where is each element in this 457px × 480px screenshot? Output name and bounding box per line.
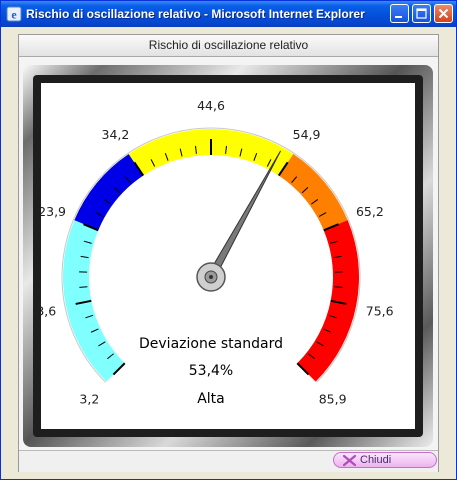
tick-label: 85,9 (319, 392, 347, 407)
gauge-frame: 3,2 13,6 23,9 34,2 44,6 54,9 65,2 75,6 85,9 Devi… (23, 65, 433, 447)
svg-text:e: e (11, 8, 17, 22)
minimize-button[interactable] (390, 4, 409, 23)
gauge-label: Deviazione standard (139, 336, 283, 352)
needle-pin (209, 275, 213, 279)
gauge-band-2 (74, 154, 144, 231)
browser-window: e Rischio di oscillazione relativo - Mic… (0, 0, 457, 480)
gauge-face: 3,2 13,6 23,9 34,2 44,6 54,9 65,2 75,6 85,9 Devi… (41, 83, 415, 429)
close-button-label: Chiudi (360, 454, 392, 466)
close-window-button[interactable] (434, 4, 453, 23)
gauge-band-4 (278, 154, 348, 231)
tick-label: 54,9 (293, 127, 321, 142)
tick-label: 23,9 (41, 204, 66, 219)
tick-label: 34,2 (102, 127, 130, 142)
tick-label: 75,6 (366, 304, 394, 319)
tick-label: 44,6 (197, 98, 225, 113)
gauge-band-5 (297, 220, 360, 382)
tick-label: 13,6 (41, 304, 56, 319)
gauge-band-1 (62, 220, 125, 382)
tick-label: 65,2 (356, 204, 384, 219)
panel-header: Rischio di oscillazione relativo (19, 35, 438, 57)
footer-bar: Chiudi (19, 450, 438, 472)
internet-explorer-icon: e (6, 6, 22, 22)
minor-tick (79, 286, 88, 288)
close-x-icon (342, 454, 357, 467)
title-bar[interactable]: e Rischio di oscillazione relativo - Mic… (1, 1, 456, 27)
gauge-panel: Rischio di oscillazione relativo 3,2 13,6… (18, 34, 439, 472)
gauge-value: 53,4% (189, 363, 233, 379)
maximize-icon (416, 8, 427, 19)
window-title: Rischio di oscillazione relativo - Micro… (26, 7, 365, 21)
maximize-button[interactable] (412, 4, 431, 23)
minimize-icon (395, 16, 402, 18)
minor-tick (334, 286, 343, 288)
gauge-needle (206, 150, 282, 280)
tick-label: 3,2 (79, 392, 99, 407)
close-button[interactable]: Chiudi (333, 452, 437, 468)
gauge-level: Alta (197, 391, 225, 407)
gauge: 3,2 13,6 23,9 34,2 44,6 54,9 65,2 75,6 85,9 Devi… (41, 98, 394, 407)
close-icon (438, 8, 449, 19)
